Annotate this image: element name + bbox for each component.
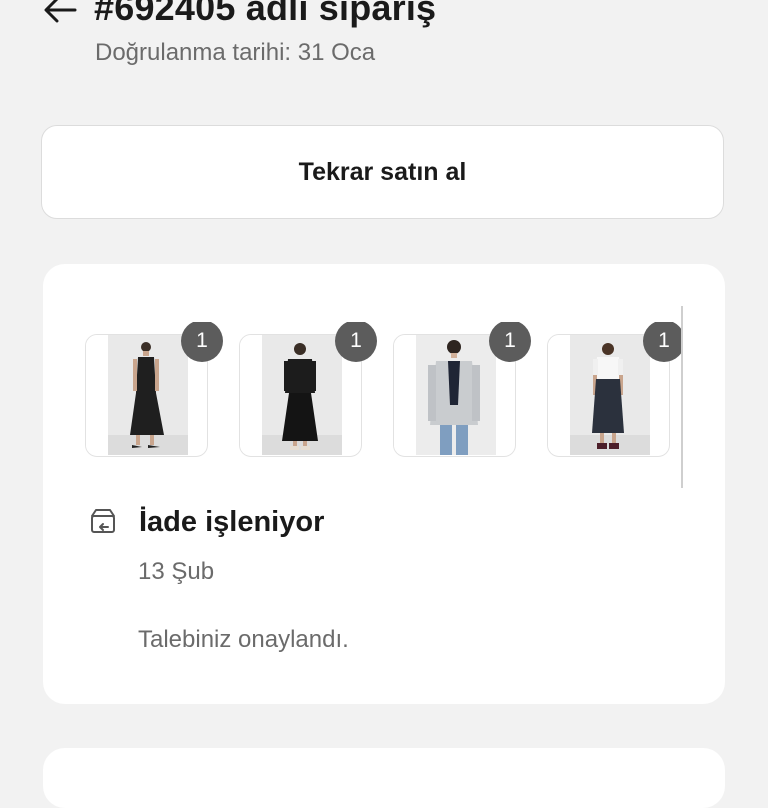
return-box-icon <box>91 509 115 533</box>
order-status-card: 1 1 1 1 İade işleniyor 13 Şub Talebiniz … <box>43 264 725 704</box>
status-message: Talebiniz onaylandı. <box>138 626 349 653</box>
scroll-edge-divider <box>681 306 683 488</box>
quantity-badge: 1 <box>335 322 377 362</box>
order-header: #692405 adlı sipariş Doğrulanma tarihi: … <box>0 0 768 80</box>
back-button[interactable] <box>40 0 80 30</box>
buy-again-button[interactable]: Tekrar satın al <box>41 125 724 219</box>
quantity-badge: 1 <box>489 322 531 362</box>
arrow-left-icon <box>44 0 77 23</box>
quantity-badge: 1 <box>643 322 681 362</box>
quantity-badge: 1 <box>181 322 223 362</box>
status-title: İade işleniyor <box>139 506 325 538</box>
product-thumbnails[interactable]: 1 1 1 1 <box>83 322 681 492</box>
verification-date: Doğrulanma tarihi: 31 Oca <box>95 39 376 66</box>
status-date: 13 Şub <box>138 558 215 585</box>
page-title: #692405 adlı sipariş <box>94 0 437 28</box>
next-card <box>43 748 725 808</box>
